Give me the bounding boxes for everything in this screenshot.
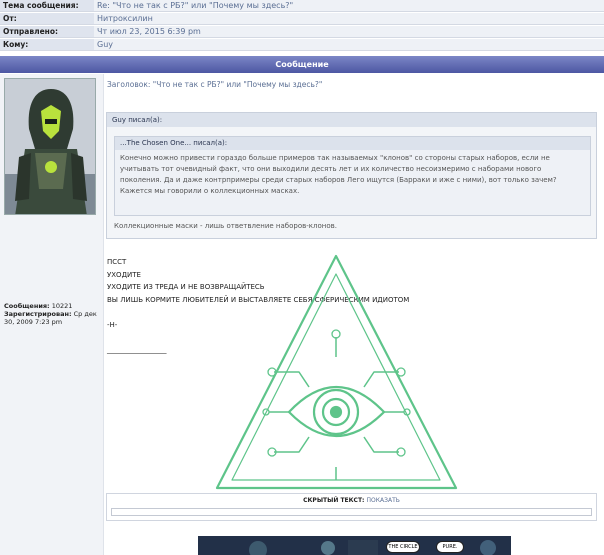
- hidden-text-title: СКРЫТЫЙ ТЕКСТ: ПОКАЗАТЬ: [107, 494, 596, 504]
- from-value[interactable]: Нитроксилин: [94, 13, 604, 24]
- registered-label: Зарегистрирован:: [4, 310, 72, 318]
- hidden-text-field: [111, 508, 592, 516]
- to-value[interactable]: Guy: [94, 39, 604, 50]
- outer-quote-title: Guy писал(а):: [107, 113, 596, 127]
- posts-label: Сообщения:: [4, 302, 50, 310]
- hidden-text-box: СКРЫТЫЙ ТЕКСТ: ПОКАЗАТЬ: [106, 493, 597, 521]
- post-subject: Заголовок: "Что не так с РБ?" или "Почем…: [107, 80, 323, 89]
- header-row-to: Кому: Guy: [0, 39, 604, 51]
- quote-inner: ...The Chosen One... писал(а): Конечно м…: [114, 136, 591, 216]
- header-row-subject: Тема сообщения: Re: "Что не так с РБ?" и…: [0, 0, 604, 12]
- poster-info: Сообщения: 10221 Зарегистрирован: Ср дек…: [4, 302, 102, 326]
- sent-value: Чт июл 23, 2015 6:39 pm: [94, 26, 604, 37]
- comic-bubble-1: THE CIRCLE: [386, 541, 420, 553]
- outer-quote-text: Коллекционные маски - лишь ответвление н…: [114, 222, 337, 230]
- inner-quote-title: ...The Chosen One... писал(а):: [115, 137, 590, 150]
- comic-background: [198, 536, 511, 555]
- sent-label: Отправлено:: [0, 26, 94, 37]
- message-header-bar: Сообщение: [0, 56, 604, 73]
- avatar-image: [5, 79, 95, 214]
- show-hidden-link[interactable]: ПОКАЗАТЬ: [367, 497, 400, 504]
- inner-quote-text: Конечно можно привести гораздо больше пр…: [120, 154, 557, 195]
- hidden-text-label: СКРЫТЫЙ ТЕКСТ:: [303, 497, 365, 504]
- poster-column: Сообщения: 10221 Зарегистрирован: Ср дек…: [0, 74, 104, 555]
- comic-image: THE CIRCLE PURE.: [198, 536, 511, 555]
- subject-label: Тема сообщения:: [0, 0, 94, 11]
- header-row-sent: Отправлено: Чт июл 23, 2015 6:39 pm: [0, 26, 604, 38]
- comic-bubble-2: PURE.: [436, 541, 464, 553]
- avatar: [4, 78, 96, 215]
- eye-triangle-image: [215, 254, 458, 490]
- quote-outer: Guy писал(а): ...The Chosen One... писал…: [106, 112, 597, 239]
- header-row-from: От: Нитроксилин: [0, 13, 604, 25]
- posts-value: 10221: [51, 302, 73, 310]
- subject-value: Re: "Что не так с РБ?" или "Почему мы зд…: [94, 0, 604, 11]
- from-label: От:: [0, 13, 94, 24]
- to-label: Кому:: [0, 39, 94, 50]
